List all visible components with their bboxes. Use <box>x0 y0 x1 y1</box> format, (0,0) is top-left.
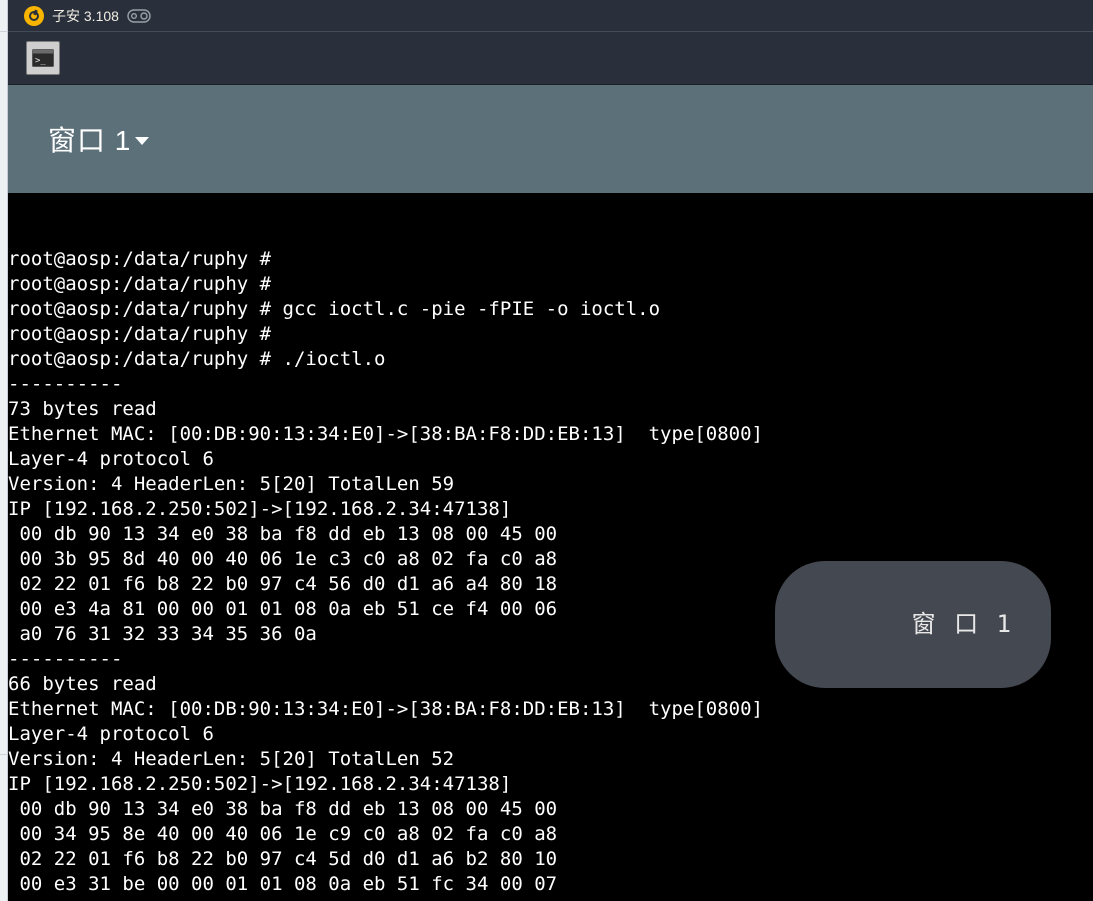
window-tab-dropdown[interactable]: 窗口 1 <box>48 119 149 159</box>
window-name-toast: 窗 口 1 <box>775 561 1051 688</box>
title-bar: 子安 3.108 <box>8 0 1093 31</box>
device-outline-icon <box>127 9 151 23</box>
window-name-toast-label: 窗 口 1 <box>912 610 1013 638</box>
terminal-output[interactable]: root@aosp:/data/ruphy # root@aosp:/data/… <box>8 193 1093 901</box>
open-terminal-button[interactable]: >_ <box>26 41 60 75</box>
app-root: 子安 3.108 >_ 窗口 1 root@aosp:/data/ruphy #… <box>0 0 1093 901</box>
active-window-tab-label: 窗口 1 <box>48 119 131 159</box>
app-logo-icon <box>24 6 44 26</box>
chevron-down-icon <box>135 137 149 145</box>
app-title: 子安 3.108 <box>52 6 119 26</box>
toolbar: >_ <box>8 31 1093 85</box>
svg-text:>_: >_ <box>35 56 46 66</box>
window-tab-strip: 窗口 1 <box>8 85 1093 193</box>
terminal-icon: >_ <box>32 49 54 67</box>
left-edge-strip <box>0 0 8 901</box>
